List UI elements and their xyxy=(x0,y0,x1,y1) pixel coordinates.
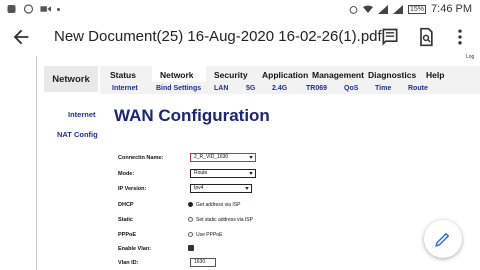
back-arrow-icon[interactable] xyxy=(10,26,32,48)
alarm-icon xyxy=(349,5,358,14)
subnav-lan[interactable]: LAN xyxy=(214,85,228,92)
nav-diagnostics[interactable]: Diagnostics xyxy=(368,70,416,80)
subnav-bind-settings[interactable]: Bind Settings xyxy=(156,85,201,92)
dot-icon xyxy=(57,7,60,11)
edit-pencil-icon xyxy=(435,232,450,247)
subnav-5g[interactable]: 5G xyxy=(246,85,255,92)
signal-icon-2 xyxy=(393,4,404,14)
notification-icon xyxy=(7,5,16,13)
dhcp-radio[interactable] xyxy=(188,202,193,207)
battery-level: 15% xyxy=(408,4,427,14)
chevron-down-icon xyxy=(249,156,253,159)
vlan-id-input[interactable]: 1630 xyxy=(190,258,216,267)
side-link-internet[interactable]: Internet xyxy=(68,110,96,119)
pppoe-option-text: Use PPPoE xyxy=(196,232,223,238)
signal-icon xyxy=(378,4,389,14)
section-tab-network: Network xyxy=(44,66,98,92)
dhcp-label: DHCP xyxy=(118,202,134,208)
subnav-qos[interactable]: QoS xyxy=(344,85,358,92)
nav-help[interactable]: Help xyxy=(426,70,444,80)
comment-icon[interactable] xyxy=(380,27,400,47)
whatsapp-icon xyxy=(23,4,34,14)
search-doc-icon[interactable] xyxy=(416,27,436,47)
chevron-down-icon xyxy=(249,172,253,175)
document-title: New Document(25) 16-Aug-2020 16-02-26(1)… xyxy=(54,28,382,45)
connection-name-label: Connectin Name: xyxy=(118,155,164,161)
subnav-time[interactable]: Time xyxy=(375,85,391,92)
ip-version-label: IP Version: xyxy=(118,186,147,192)
logout-link[interactable]: Log xyxy=(466,54,474,60)
static-option-text: Set static address via ISP xyxy=(196,217,253,223)
subnav-route[interactable]: Route xyxy=(408,85,428,92)
nav-status[interactable]: Status xyxy=(110,70,136,80)
status-bar: 15% 7:46 PM xyxy=(0,0,480,18)
mode-select[interactable]: Route xyxy=(190,169,256,178)
ip-version-select[interactable]: Ipv4 xyxy=(190,184,252,193)
connection-name-select[interactable]: 2_R_VID_1630 xyxy=(190,153,256,162)
pppoe-label: PPPoE xyxy=(118,232,137,238)
side-link-nat-config[interactable]: NAT Config xyxy=(57,130,98,139)
dhcp-option-text: Get address via ISP xyxy=(196,202,241,208)
nav-security[interactable]: Security xyxy=(214,70,248,80)
wifi-icon xyxy=(363,5,374,13)
pppoe-radio[interactable] xyxy=(188,232,193,237)
subnav-2-4g[interactable]: 2.4G xyxy=(272,85,287,92)
edit-button[interactable] xyxy=(424,220,462,258)
clock: 7:46 PM xyxy=(431,3,472,15)
static-radio[interactable] xyxy=(188,217,193,222)
page-title: WAN Configuration xyxy=(114,106,270,125)
video-icon xyxy=(40,6,51,12)
nav-network[interactable]: Network xyxy=(160,70,194,80)
mode-label: Mode: xyxy=(118,171,135,177)
nav-management[interactable]: Management xyxy=(312,70,364,80)
chevron-down-icon xyxy=(245,187,249,190)
static-label: Static xyxy=(118,217,133,223)
page-edge xyxy=(36,56,37,270)
more-vert-icon[interactable] xyxy=(454,27,466,47)
enable-vlan-label: Enable Vlan: xyxy=(118,246,152,252)
enable-vlan-checkbox[interactable] xyxy=(188,245,194,251)
vlan-id-label: Vlan ID: xyxy=(118,260,139,266)
app-bar: New Document(25) 16-Aug-2020 16-02-26(1)… xyxy=(0,18,480,56)
subnav-tr069[interactable]: TR069 xyxy=(306,85,327,92)
subnav-internet[interactable]: Internet xyxy=(112,85,138,92)
nav-application[interactable]: Application xyxy=(262,70,308,80)
